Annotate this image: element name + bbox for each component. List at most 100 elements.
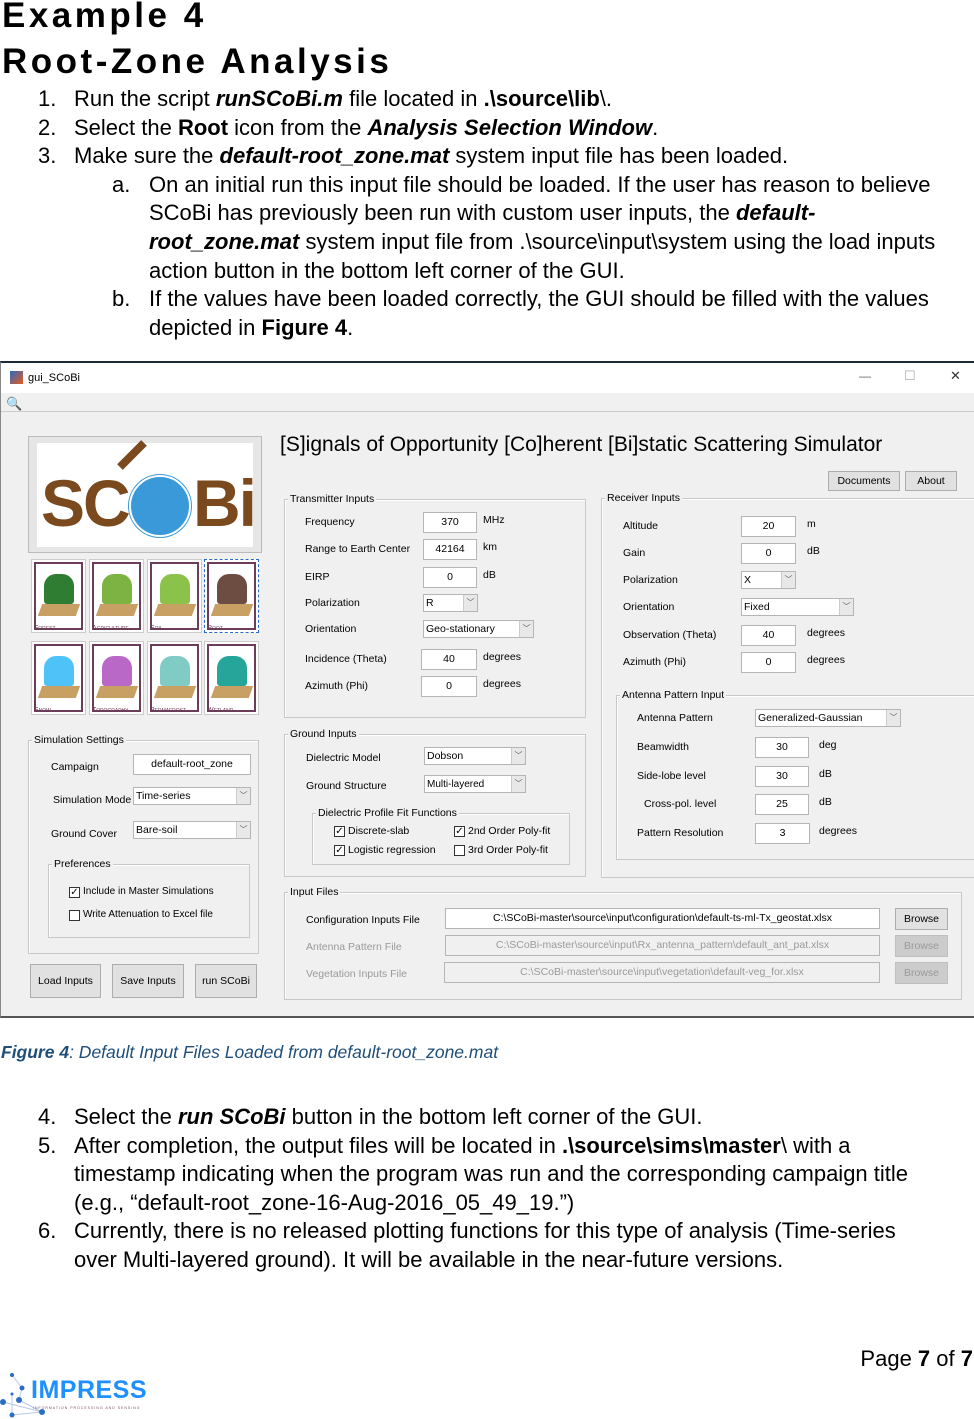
obs-input[interactable]: 40 [741, 625, 796, 646]
freq-input[interactable]: 370 [423, 512, 477, 533]
icon-permafrost[interactable]: Permafrost [147, 641, 202, 715]
step-number: 1. [38, 86, 57, 111]
gui-window: gui_SCoBi — ☐ ✕ 🔍 SC Bi Forest Agricultur… [0, 361, 974, 1018]
zoom-in-icon[interactable]: 🔍 [6, 396, 22, 412]
dielectric-model-select[interactable]: Dobson ﹀ [424, 747, 526, 765]
include-master-checkbox[interactable]: ✓ [69, 887, 80, 898]
az-input[interactable]: 0 [421, 676, 477, 697]
permafrost-icon [160, 656, 190, 686]
steps-bottom: 4. Select the run SCoBi button in the bo… [38, 1103, 974, 1283]
simulation-mode-select[interactable]: Time-series ﹀ [133, 787, 251, 805]
pol-select[interactable]: X ﹀ [741, 571, 796, 589]
step-number: 3. [38, 143, 57, 169]
root-icon [217, 574, 247, 604]
ground-cover-select[interactable]: Bare-soil ﹀ [133, 821, 251, 839]
orient-label: Orientation [623, 601, 675, 613]
heading-example: Example 4 [2, 0, 207, 35]
discrete-slab-checkbox[interactable]: ✓ [334, 826, 345, 837]
step-6: Currently, there is no released plotting… [74, 1218, 896, 1244]
checkbox-label: Include in Master Simulations [83, 886, 214, 897]
forest-icon [44, 574, 74, 604]
orient-select[interactable]: Fixed ﹀ [741, 598, 854, 616]
substep-number: b. [112, 286, 131, 312]
res-unit: degrees [819, 825, 857, 837]
logistic-checkbox[interactable]: ✓ [334, 845, 345, 856]
checkbox-label: Write Attenuation to Excel file [83, 909, 213, 920]
inc-input[interactable]: 40 [421, 649, 477, 670]
gain-input[interactable]: 0 [741, 543, 796, 564]
close-button[interactable]: ✕ [950, 368, 961, 384]
eirp-input[interactable]: 0 [423, 567, 477, 588]
app-title: [S]ignals of Opportunity [Co]herent [Bi]… [280, 433, 883, 456]
browse-vegetation-button: Browse [895, 962, 948, 984]
xp-input[interactable]: 25 [755, 794, 809, 815]
checkbox-label: 2nd Order Poly-fit [468, 825, 551, 837]
config-file-input[interactable]: C:\SCoBi-master\source\input\configurati… [445, 908, 880, 929]
icon-label: Topography [92, 707, 129, 714]
ground-structure-label: Ground Structure [306, 780, 387, 792]
az-input[interactable]: 0 [741, 652, 796, 673]
config-file-label: Configuration Inputs File [306, 914, 420, 926]
inc-unit: degrees [483, 651, 521, 663]
run-scobi-button[interactable]: run SCoBi [195, 964, 257, 998]
antenna-file-input: C:\SCoBi-master\source\input\Rx_antenna_… [445, 935, 880, 956]
icon-wetland[interactable]: Wetland [204, 641, 259, 715]
simulation-mode-label: Simulation Mode [53, 794, 132, 806]
pol-label: Polarization [623, 574, 678, 586]
dielectric-fit-group: Dielectric Profile Fit Functions ✓ Discr… [312, 807, 570, 865]
wetland-icon [217, 656, 247, 686]
documents-button[interactable]: Documents [828, 471, 900, 491]
sl-input[interactable]: 30 [755, 766, 809, 787]
load-inputs-button[interactable]: Load Inputs [30, 964, 101, 998]
about-button[interactable]: About [905, 471, 957, 491]
substep-number: a. [112, 171, 131, 197]
save-inputs-button[interactable]: Save Inputs [112, 964, 184, 998]
browse-antenna-button: Browse [895, 935, 948, 957]
ground-structure-select[interactable]: Multi-layered ﹀ [424, 775, 526, 793]
icon-snow[interactable]: Snow [31, 641, 86, 715]
sl-unit: dB [819, 768, 832, 780]
chevron-down-icon: ﹀ [511, 776, 525, 792]
write-attenuation-checkbox[interactable] [69, 910, 80, 921]
icon-label: Soil [150, 625, 163, 632]
orient-select[interactable]: Geo-stationary ﹀ [423, 620, 534, 638]
chevron-down-icon: ﹀ [886, 710, 900, 726]
campaign-label: Campaign [51, 761, 99, 773]
dielectric-model-label: Dielectric Model [306, 752, 381, 764]
obs-unit: degrees [807, 627, 845, 639]
campaign-input[interactable]: default-root_zone [133, 754, 251, 775]
gain-unit: dB [807, 545, 820, 557]
step-5-line: (e.g., “default-root_zone-16-Aug-2016_05… [74, 1189, 575, 1215]
pol-select[interactable]: R ﹀ [423, 594, 478, 612]
maximize-button[interactable]: ☐ [904, 368, 916, 384]
step-4: Select the run SCoBi button in the botto… [74, 1104, 703, 1129]
xp-label: Cross-pol. level [644, 798, 717, 810]
az-label: Azimuth (Phi) [623, 656, 687, 668]
pat-select[interactable]: Generalized-Gaussian ﹀ [755, 709, 901, 727]
range-label: Range to Earth Center [305, 543, 411, 555]
steps-top: 1. Run the script runSCoBi.m file locate… [38, 85, 974, 345]
poly2-checkbox[interactable]: ✓ [454, 826, 465, 837]
range-unit: km [483, 541, 497, 553]
sl-label: Side-lobe level [637, 770, 706, 782]
bw-input[interactable]: 30 [755, 737, 809, 758]
icon-soil[interactable]: Soil [147, 559, 202, 633]
group-label: Antenna Pattern Input [620, 689, 727, 701]
poly3-checkbox[interactable] [454, 845, 465, 856]
simulation-settings-group: Simulation Settings Campaign default-roo… [28, 734, 259, 954]
topography-icon [102, 656, 132, 686]
chevron-down-icon: ﹀ [781, 572, 795, 588]
step-3: Make sure the default-root_zone.mat syst… [74, 143, 789, 169]
icon-label: Forest [34, 625, 56, 632]
agriculture-icon [102, 574, 132, 604]
alt-input[interactable]: 20 [741, 516, 796, 537]
browse-config-button[interactable]: Browse [895, 908, 948, 930]
heading-title: Root-Zone Analysis [2, 42, 393, 81]
icon-forest[interactable]: Forest [31, 559, 86, 633]
icon-root[interactable]: Root [204, 559, 259, 633]
icon-agriculture[interactable]: Agriculture [89, 559, 144, 633]
minimize-button[interactable]: — [859, 369, 871, 383]
icon-topography[interactable]: Topography [89, 641, 144, 715]
res-input[interactable]: 3 [755, 823, 810, 844]
range-input[interactable]: 42164 [423, 539, 477, 560]
